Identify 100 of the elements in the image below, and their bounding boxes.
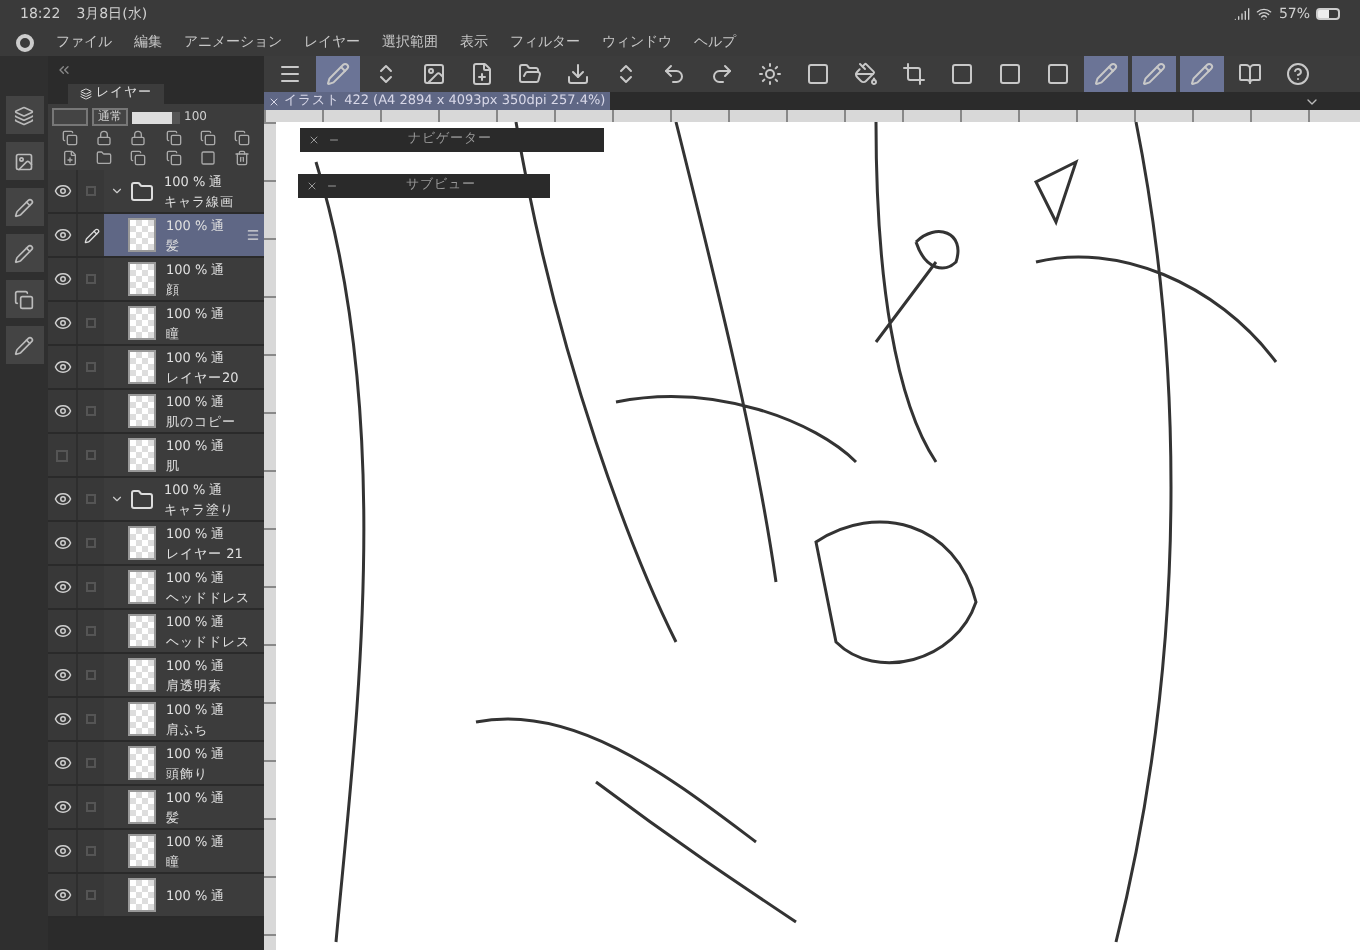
undo-icon [662,62,686,86]
lock-toggle[interactable] [86,186,96,196]
eye-icon[interactable] [53,402,71,420]
tool-button[interactable] [5,280,43,318]
layer-thumbnail [128,570,156,604]
layer-tool-icon[interactable] [199,130,216,146]
layer-action-icon[interactable] [130,150,147,166]
lock-toggle[interactable] [86,494,96,504]
layer-tool-icon[interactable] [61,130,78,146]
pen-icon [1190,62,1214,86]
pen-icon [1094,62,1118,86]
layer-tool-icon[interactable] [130,130,147,146]
layer-thumbnail [128,658,156,692]
lock-toggle[interactable] [86,890,96,900]
edit-icon [326,62,350,86]
eye-icon[interactable] [53,578,71,596]
tool-button[interactable] [5,234,43,272]
color-mode-select[interactable] [52,108,88,126]
hidden-toggle[interactable] [56,449,68,461]
image-icon [14,151,34,171]
lock-toggle[interactable] [86,846,96,856]
lock-toggle[interactable] [86,450,96,460]
layer-tool-icon[interactable] [95,130,112,146]
layer-action-icon[interactable] [199,150,216,166]
eye-icon[interactable] [53,666,71,684]
layer-thumbnail [128,614,156,648]
new-file-icon [470,62,494,86]
pen-button[interactable] [1132,56,1176,92]
close-icon[interactable] [306,180,318,192]
tool-button[interactable] [5,188,43,226]
layer-thumbnail [128,218,156,252]
lock-toggle[interactable] [86,670,96,680]
eye-icon[interactable] [53,710,71,728]
layer-thumbnail [128,394,156,428]
eye-icon[interactable] [53,622,71,640]
lock-toggle[interactable] [86,582,96,592]
lock-toggle[interactable] [86,318,96,328]
layers-icon [80,88,92,100]
layer-action-icon[interactable] [234,150,251,166]
lock-toggle[interactable] [86,362,96,372]
layer-thumbnail [128,438,156,472]
eye-icon[interactable] [53,358,71,376]
eye-icon[interactable] [53,886,71,904]
eye-icon[interactable] [53,182,71,200]
eye-icon[interactable] [53,798,71,816]
layer-tool-icon[interactable] [165,130,182,146]
lock-toggle[interactable] [86,714,96,724]
layer-action-icon[interactable] [95,150,112,166]
save-icon [566,62,590,86]
expand-icon[interactable] [110,492,124,506]
layer-action-icon[interactable] [165,150,182,166]
battery-icon [1316,8,1340,20]
help-icon [1286,62,1310,86]
pencil-icon [14,335,34,355]
pencil-icon [14,243,34,263]
eye-icon[interactable] [53,534,71,552]
layers-icon [14,105,34,125]
eye-icon[interactable] [53,270,71,288]
square-icon [998,62,1022,86]
image-icon [422,62,446,86]
layer-thumbnail [128,306,156,340]
wifi-icon [1256,6,1273,22]
lock-toggle[interactable] [86,802,96,812]
folder-icon [130,179,154,203]
switch-icon [614,62,638,86]
menu-icon [278,62,302,86]
eye-icon[interactable] [53,226,71,244]
eye-icon[interactable] [53,490,71,508]
tool-button[interactable] [5,96,43,134]
collapse-icon[interactable] [56,62,72,78]
tool-button[interactable] [5,326,43,364]
layer-thumbnail [128,834,156,868]
eye-icon[interactable] [53,754,71,772]
square-icon [806,62,830,86]
close-icon[interactable] [308,134,320,146]
lock-toggle[interactable] [86,406,96,416]
eye-icon[interactable] [53,842,71,860]
expand-icon[interactable] [110,184,124,198]
pen-icon [1142,62,1166,86]
copy-icon [14,289,34,309]
app-logo-icon[interactable] [16,33,34,51]
folder-icon [130,487,154,511]
paint-bucket-icon [854,62,878,86]
sun-icon [758,62,782,86]
layer-thumbnail [128,702,156,736]
lock-toggle[interactable] [86,538,96,548]
square-icon [1046,62,1070,86]
layer-thumbnail [128,878,156,912]
eye-icon[interactable] [53,314,71,332]
layer-action-icon[interactable] [61,150,78,166]
menu-icon[interactable] [246,228,260,242]
layer-thumbnail [128,790,156,824]
lock-toggle[interactable] [86,626,96,636]
signal-icon [1234,6,1251,22]
tool-button[interactable] [5,142,43,180]
lock-toggle[interactable] [86,758,96,768]
pencil-icon [14,197,34,217]
crop-icon [902,62,926,86]
lock-toggle[interactable] [86,274,96,284]
layer-tool-icon[interactable] [234,130,251,146]
